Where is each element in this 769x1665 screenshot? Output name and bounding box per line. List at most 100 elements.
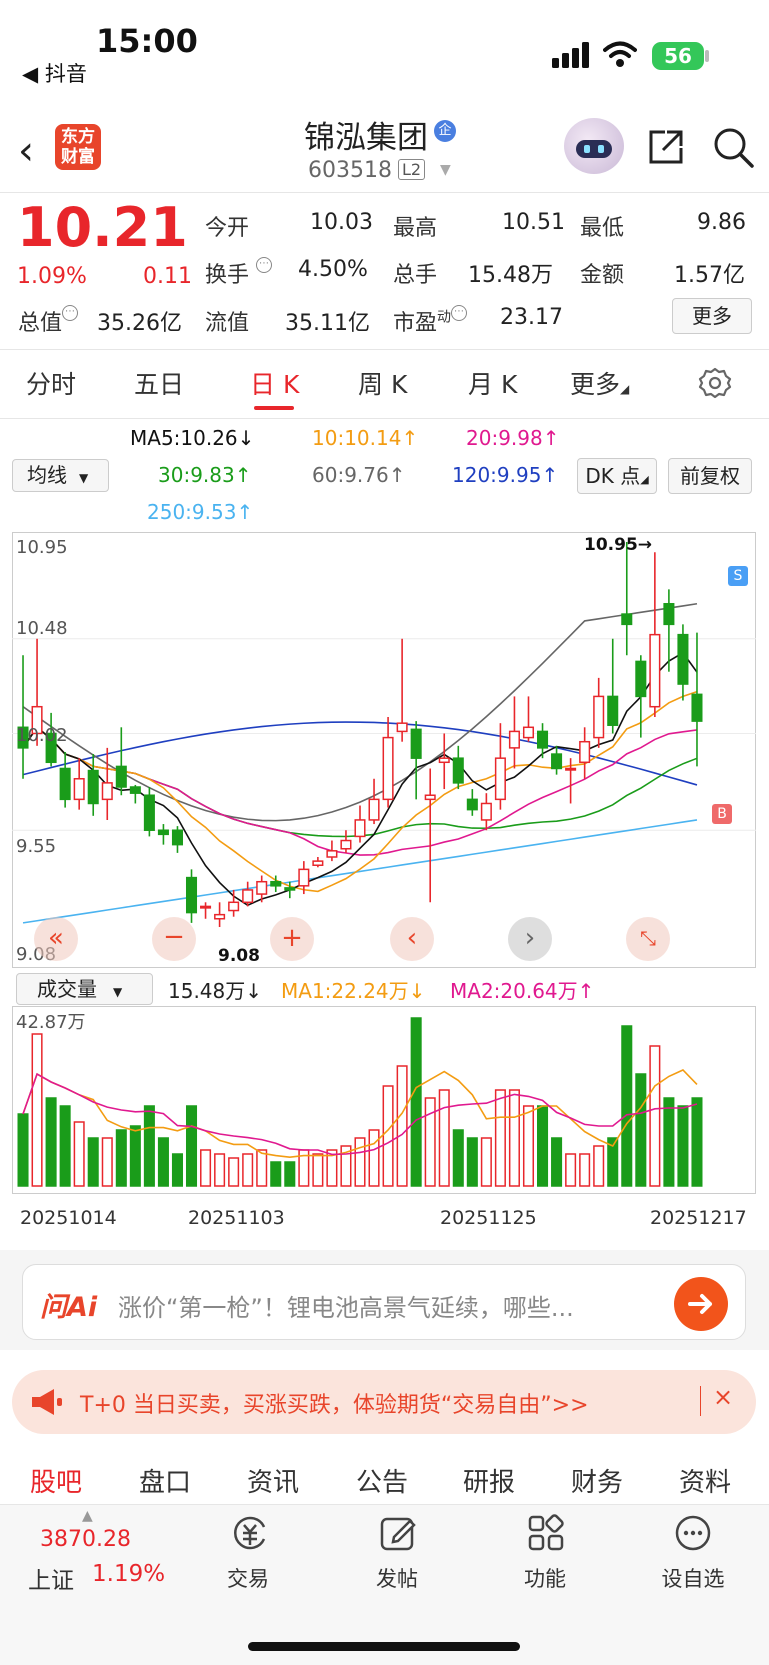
promo-text[interactable]: T+0 当日买卖，买涨买跌，体验期货“交易自由”>> (80, 1387, 589, 1419)
nav-post[interactable]: 发帖 (352, 1563, 442, 1593)
volume-max-label: 42.87万 (16, 1012, 86, 1033)
candle-up (438, 757, 450, 764)
index-value[interactable]: 3870.28 (40, 1527, 131, 1552)
tab-daily-k[interactable]: 日 K (250, 365, 299, 401)
subtab-research[interactable]: 研报 (463, 1462, 515, 1499)
volume-bar (101, 1137, 113, 1187)
volume-bar (368, 1129, 380, 1187)
index-name[interactable]: 上证 (28, 1561, 74, 1595)
turnover-label: 换手 ⋯ (205, 257, 273, 289)
subtab-forum[interactable]: 股吧 (30, 1462, 82, 1499)
subtab-announcements[interactable]: 公告 (356, 1462, 408, 1499)
volume-select[interactable]: 成交量 ▼ (16, 973, 153, 1005)
functions-icon[interactable] (526, 1513, 566, 1553)
volume-bar (452, 1129, 464, 1187)
chevron-down-icon[interactable]: ▼ (440, 162, 451, 178)
low-label: 最低 (580, 216, 625, 241)
settings-icon[interactable] (698, 366, 732, 400)
ma-select[interactable]: 均线 ▼ (12, 459, 109, 492)
share-icon[interactable] (645, 126, 687, 168)
candle-up (214, 913, 226, 920)
kline-chart[interactable] (12, 532, 756, 968)
sell-badge[interactable]: S (728, 566, 748, 586)
candle-up (649, 633, 661, 708)
fullscreen-icon[interactable]: ⤡ (626, 917, 670, 961)
prev-icon[interactable]: ‹ (390, 917, 434, 961)
rewind-icon[interactable]: « (34, 917, 78, 961)
amount-value: 1.57亿 (674, 263, 745, 288)
next-icon[interactable]: › (508, 917, 552, 961)
mktcap-label: 总值 ⋯ (18, 305, 79, 337)
volume-bar (382, 1085, 394, 1187)
stock-code: 603518 (308, 158, 392, 183)
volume-bar (691, 1097, 703, 1187)
close-icon[interactable]: × (713, 1383, 733, 1411)
volume-bar (424, 1097, 436, 1187)
candle-down (171, 829, 183, 846)
tab-more[interactable]: 更多◢ (570, 365, 629, 401)
zoom-in-icon[interactable]: + (270, 917, 314, 961)
search-icon[interactable] (712, 126, 756, 170)
back-icon[interactable]: ‹ (18, 128, 34, 174)
candle-up (522, 726, 535, 739)
subtab-profile[interactable]: 资料 (679, 1462, 731, 1499)
volume-bar (87, 1137, 99, 1187)
volume-chart[interactable] (12, 1006, 756, 1194)
candle-up (256, 880, 268, 895)
watchlist-icon[interactable] (673, 1513, 713, 1553)
volume-bar (663, 1097, 675, 1187)
candle-up (565, 767, 577, 771)
volume-ma1: MA1:22.24万↓ (281, 979, 426, 1003)
nav-trade[interactable]: 交易 (203, 1563, 293, 1593)
candle-down (663, 603, 675, 626)
subtab-orderbook[interactable]: 盘口 (139, 1462, 191, 1499)
candle-down (129, 786, 141, 794)
volume-bar (635, 1073, 647, 1187)
tab-five-day[interactable]: 五日 (134, 365, 184, 401)
adjust-button[interactable]: 前复权 (668, 458, 752, 494)
trade-icon[interactable] (230, 1513, 270, 1553)
volume-bar (73, 1121, 85, 1187)
candle-up (593, 695, 605, 739)
index-percent[interactable]: 1.19% (92, 1561, 165, 1587)
candle-down (270, 880, 282, 887)
candle-down (635, 660, 647, 698)
volume-bar (565, 1153, 577, 1187)
volume-value: 15.48万 (468, 263, 553, 288)
volume-bar (256, 1149, 268, 1187)
post-icon[interactable] (378, 1513, 418, 1553)
volume-bar (115, 1129, 127, 1187)
buy-badge[interactable]: B (712, 804, 732, 824)
home-indicator (248, 1642, 520, 1651)
nav-add-watchlist[interactable]: 设自选 (648, 1563, 738, 1593)
tab-monthly-k[interactable]: 月 K (468, 365, 517, 401)
candle-up (382, 736, 394, 801)
volume-bar (228, 1157, 240, 1187)
tab-intraday[interactable]: 分时 (26, 365, 76, 401)
candle-down (157, 829, 169, 836)
subtab-news[interactable]: 资讯 (247, 1462, 299, 1499)
ai-go-button[interactable] (674, 1277, 728, 1331)
candle-down (452, 757, 464, 784)
subtab-finance[interactable]: 财务 (571, 1462, 623, 1499)
candle-up (354, 819, 366, 838)
tab-weekly-k[interactable]: 周 K (358, 365, 407, 401)
candle-up (424, 794, 436, 801)
more-button[interactable]: 更多 (672, 298, 752, 334)
nav-functions[interactable]: 功能 (500, 1563, 590, 1593)
zoom-out-icon[interactable]: − (152, 917, 196, 961)
volume-bar (59, 1105, 71, 1187)
candle-up (480, 802, 492, 821)
candle-up (508, 730, 520, 749)
open-value: 10.03 (310, 210, 373, 235)
date-label-2: 20251103 (188, 1207, 285, 1229)
ma250-label: 250:9.53↑ (147, 500, 254, 524)
ai-prompt-text[interactable]: 涨价“第一枪”！锂电池高景气延续，哪些... (118, 1288, 574, 1323)
caret-up-icon[interactable]: ▲ (82, 1508, 93, 1524)
dk-point-button[interactable]: DK 点◢ (577, 458, 657, 494)
back-to-app[interactable]: ◀ 抖音 (22, 58, 87, 88)
volume-bar (45, 1097, 57, 1187)
candle-down (284, 887, 296, 891)
volume-bar (466, 1137, 478, 1187)
level2-badge[interactable]: L2 (398, 159, 426, 180)
